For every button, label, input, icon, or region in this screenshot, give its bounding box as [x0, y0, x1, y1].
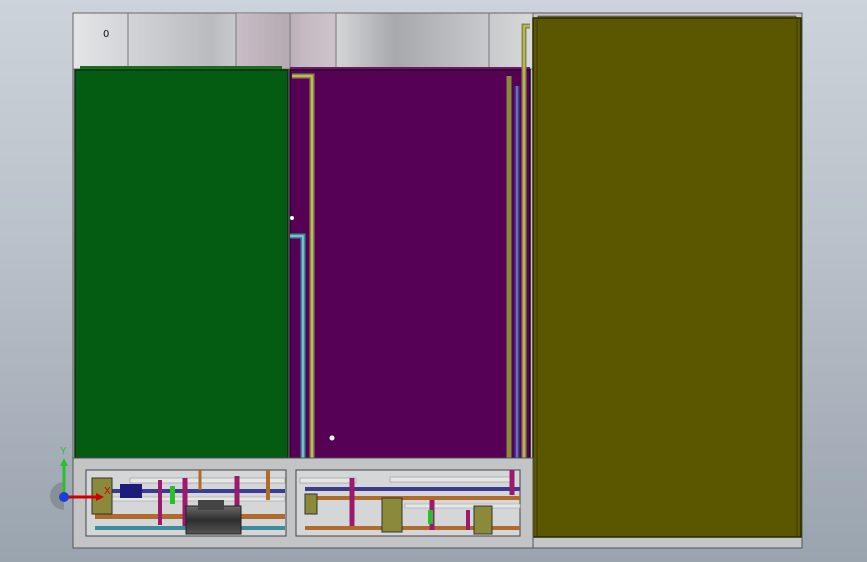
y-axis-label: Y	[60, 446, 67, 457]
x-axis-label: X	[104, 486, 111, 497]
pump	[185, 505, 242, 535]
valve-block-mid	[381, 497, 403, 533]
z-axis-icon	[59, 492, 69, 502]
cad-viewport[interactable]: 0 Y X	[0, 0, 867, 562]
middle-panel[interactable]	[289, 67, 531, 459]
base-frame[interactable]	[72, 457, 534, 549]
model-label: 0	[103, 29, 109, 40]
right-panel[interactable]	[532, 15, 802, 538]
valve-block-right	[473, 505, 493, 535]
left-panel[interactable]	[74, 66, 289, 459]
